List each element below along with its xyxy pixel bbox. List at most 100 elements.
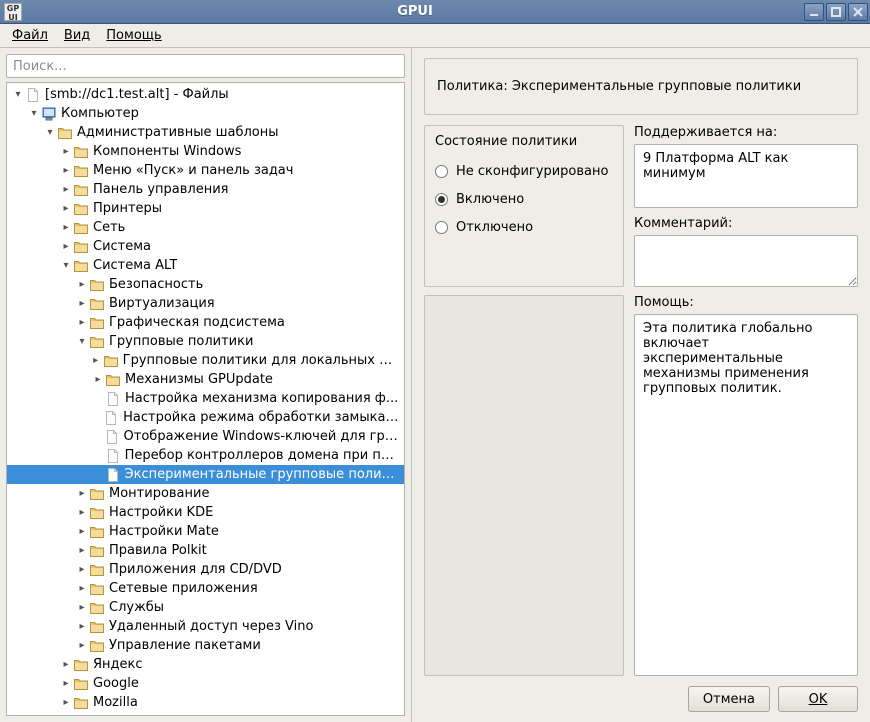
tree-row[interactable]: ▸ Компоненты Windows — [7, 142, 404, 161]
cancel-button[interactable]: Отмена — [688, 686, 770, 712]
folder-icon — [73, 201, 89, 217]
comment-input[interactable] — [634, 235, 858, 287]
tree-row[interactable]: ▸Google — [7, 674, 404, 693]
tree-row[interactable]: ▸ Виртуализация — [7, 294, 404, 313]
close-button[interactable] — [848, 3, 868, 21]
tree-row-label: Компоненты Windows — [93, 144, 241, 159]
folder-icon — [89, 619, 105, 635]
window-title: GPUI — [26, 4, 804, 19]
tree-row[interactable]: ▸Панель управления — [7, 180, 404, 199]
menu-view[interactable]: Вид — [58, 26, 96, 45]
maximize-button[interactable] — [826, 3, 846, 21]
tree-row[interactable]: ▾Система ALT — [7, 256, 404, 275]
chevron-right-icon[interactable]: ▸ — [75, 582, 89, 596]
chevron-right-icon[interactable]: ▸ — [91, 373, 105, 387]
tree-row[interactable]: ▾[smb://dc1.test.alt] - Файлы — [7, 85, 404, 104]
chevron-right-icon[interactable]: ▸ — [75, 278, 89, 292]
chevron-right-icon[interactable]: ▸ — [89, 354, 103, 368]
tree-row-label: Принтеры — [93, 201, 162, 216]
tree-row[interactable]: ▸Графическая подсистема — [7, 313, 404, 332]
chevron-down-icon[interactable]: ▾ — [59, 259, 73, 273]
folder-icon — [73, 239, 89, 255]
chevron-down-icon[interactable]: ▾ — [75, 335, 89, 349]
chevron-down-icon[interactable]: ▾ — [27, 107, 41, 121]
tree-scroll[interactable]: ▾[smb://dc1.test.alt] - Файлы▾Компьютер▾… — [7, 83, 404, 715]
chevron-right-icon[interactable]: ▸ — [59, 240, 73, 254]
tree-row[interactable]: Настройка механизма копирования ф... — [7, 389, 404, 408]
chevron-right-icon[interactable]: ▸ — [59, 658, 73, 672]
tree-row[interactable]: Настройка режима обработки замыкан... — [7, 408, 404, 427]
radio-not-configured[interactable]: Не сконфигурировано — [435, 157, 613, 185]
tree-row-label: Настройка механизма копирования ф... — [125, 391, 398, 406]
policy-state-label: Состояние политики — [435, 134, 613, 149]
app-icon: GPUI — [4, 3, 22, 21]
tree-row[interactable]: ▸Механизмы GPUpdate — [7, 370, 404, 389]
tree-row[interactable]: ▸ Меню «Пуск» и панель задач — [7, 161, 404, 180]
tree-row[interactable]: Отображение Windows-ключей для гру... — [7, 427, 404, 446]
tree-row[interactable]: ▸Настройки KDE — [7, 503, 404, 522]
tree-row-label: Сеть — [93, 220, 125, 235]
chevron-right-icon[interactable]: ▸ — [75, 544, 89, 558]
tree-row[interactable]: ▸Управление пакетами — [7, 636, 404, 655]
tree-row[interactable]: ▸Сетевые приложения — [7, 579, 404, 598]
policy-title: Политика: Экспериментальные групповые по… — [424, 58, 858, 115]
tree-row[interactable]: ▸Удаленный доступ через Vino — [7, 617, 404, 636]
chevron-right-icon[interactable]: ▸ — [59, 164, 73, 178]
doc-icon — [105, 467, 121, 483]
chevron-right-icon[interactable]: ▸ — [75, 487, 89, 501]
tree-row-label: Отображение Windows-ключей для гру... — [124, 429, 400, 444]
tree-row[interactable]: ▸Службы — [7, 598, 404, 617]
ok-button[interactable]: OK — [778, 686, 858, 712]
tree-row[interactable]: ▸Безопасность — [7, 275, 404, 294]
chevron-right-icon[interactable]: ▸ — [75, 297, 89, 311]
tree-row[interactable]: ▸ Монтирование — [7, 484, 404, 503]
tree-row[interactable]: ▸ Сеть — [7, 218, 404, 237]
help-text: Эта политика глобально включает эксперим… — [634, 314, 858, 676]
chevron-right-icon[interactable]: ▸ — [75, 601, 89, 615]
tree-row[interactable]: ▸Приложения для CD/DVD — [7, 560, 404, 579]
radio-icon — [435, 221, 448, 234]
chevron-right-icon[interactable]: ▸ — [75, 525, 89, 539]
chevron-right-icon[interactable]: ▸ — [75, 620, 89, 634]
chevron-down-icon[interactable]: ▾ — [43, 126, 57, 140]
radio-enabled[interactable]: Включено — [435, 185, 613, 213]
tree-row-label: Меню «Пуск» и панель задач — [93, 163, 293, 178]
doc-icon — [105, 448, 121, 464]
folder-icon — [89, 524, 105, 540]
tree-row[interactable]: ▸Групповые политики для локальных по... — [7, 351, 404, 370]
tree-row[interactable]: Экспериментальные групповые полит... — [7, 465, 404, 484]
comment-label: Комментарий: — [634, 216, 858, 231]
tree-row[interactable]: ▸ Принтеры — [7, 199, 404, 218]
tree-row[interactable]: ▸Настройки Mate — [7, 522, 404, 541]
tree-row[interactable]: ▸Яндекс — [7, 655, 404, 674]
tree-row[interactable]: ▾Компьютер — [7, 104, 404, 123]
chevron-right-icon[interactable]: ▸ — [59, 221, 73, 235]
chevron-down-icon[interactable]: ▾ — [11, 88, 25, 102]
tree-row-label: Монтирование — [109, 486, 209, 501]
search-input[interactable]: Поиск... — [6, 54, 405, 78]
tree-row[interactable]: ▾Административные шаблоны — [7, 123, 404, 142]
radio-disabled[interactable]: Отключено — [435, 213, 613, 241]
chevron-right-icon[interactable]: ▸ — [59, 145, 73, 159]
folder-icon — [73, 657, 89, 673]
chevron-right-icon[interactable]: ▸ — [59, 183, 73, 197]
minimize-button[interactable] — [804, 3, 824, 21]
chevron-right-icon[interactable]: ▸ — [75, 563, 89, 577]
folder-icon — [89, 638, 105, 654]
menu-help[interactable]: Помощь — [100, 26, 167, 45]
tree-row[interactable]: ▸Mozilla — [7, 693, 404, 712]
tree-row[interactable]: ▸Система — [7, 237, 404, 256]
tree-row[interactable]: ▸Правила Polkit — [7, 541, 404, 560]
chevron-right-icon[interactable]: ▸ — [59, 677, 73, 691]
tree-row-label: Виртуализация — [109, 296, 215, 311]
chevron-right-icon[interactable]: ▸ — [75, 639, 89, 653]
menu-file[interactable]: Файл — [6, 26, 54, 45]
chevron-right-icon[interactable]: ▸ — [75, 506, 89, 520]
folder-icon — [89, 562, 105, 578]
folder-icon — [89, 543, 105, 559]
chevron-right-icon[interactable]: ▸ — [75, 316, 89, 330]
chevron-right-icon[interactable]: ▸ — [59, 696, 73, 710]
tree-row[interactable]: ▾Групповые политики — [7, 332, 404, 351]
tree-row[interactable]: Перебор контроллеров домена при по... — [7, 446, 404, 465]
chevron-right-icon[interactable]: ▸ — [59, 202, 73, 216]
